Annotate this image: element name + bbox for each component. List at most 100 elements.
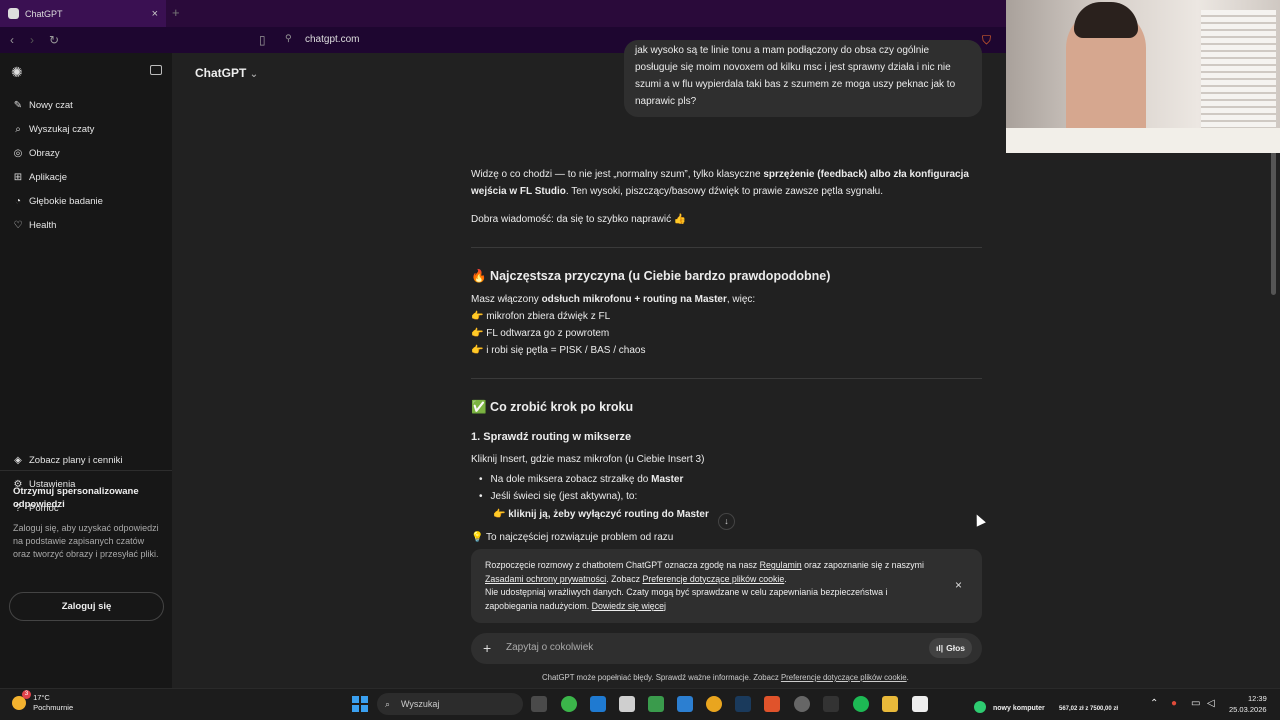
brave-browser-icon[interactable] (764, 696, 780, 712)
clock-date[interactable]: 25.03.2026 (1229, 705, 1267, 714)
steam-icon[interactable] (735, 696, 751, 712)
step-bullet-bold: Master (651, 474, 684, 485)
discord-like-icon[interactable] (706, 696, 722, 712)
vscode-icon[interactable] (590, 696, 606, 712)
prompt-input[interactable]: Zapytaj o cokolwiek (506, 642, 593, 653)
heart-icon: ♡ (13, 220, 23, 231)
search-icon: ⌕ (15, 124, 21, 135)
site-info-icon[interactable]: ⚲ (285, 33, 292, 44)
cookie-banner: Rozpoczęcie rozmowy z chatbotem ChatGPT … (471, 549, 982, 623)
photos-icon[interactable] (677, 696, 693, 712)
cookie-text: . Zobacz (606, 573, 643, 584)
weather-temp: 17°C (33, 693, 50, 702)
file-explorer-icon[interactable] (882, 696, 898, 712)
close-icon[interactable]: × (955, 578, 962, 592)
weather-widget[interactable]: 17°C Pochmurnie (12, 693, 73, 713)
mouse-cursor (972, 512, 986, 527)
obs-icon[interactable] (794, 696, 810, 712)
weather-desc: Pochmurnie (33, 703, 74, 712)
clock-time[interactable]: 12:39 (1248, 694, 1267, 703)
section-heading: 🔥 Najczęstsza przyczyna (u Ciebie bardzo… (471, 269, 831, 283)
spotify-icon[interactable] (853, 696, 869, 712)
bookmark-icon[interactable]: ▯ (259, 33, 266, 47)
step-bullet-text: Na dole miksera zobacz strzałkę do (490, 474, 652, 485)
app-g-icon[interactable] (823, 696, 839, 712)
scroll-down-button[interactable]: ↓ (718, 513, 735, 530)
browser-tab[interactable]: ChatGPT × (0, 0, 166, 27)
cookie-preferences-link[interactable]: Preferencje dotyczące plików cookie (642, 574, 784, 584)
shield-app-icon[interactable] (648, 696, 664, 712)
webcam-person-hair (1074, 2, 1138, 38)
app-green-icon[interactable] (561, 696, 577, 712)
tray-money-label: 567,02 zł z 7500,00 zł (1059, 706, 1119, 712)
section1-line-bold: odsłuch mikrofonu + routing na Master (541, 294, 727, 305)
chevron-down-icon: ⌄ (249, 69, 259, 80)
reload-icon[interactable]: ↻ (49, 33, 59, 47)
sidebar-item-label: Obrazy (29, 148, 60, 159)
section1-point: 👉 FL odtwarza go z powrotem (471, 328, 610, 339)
learn-more-link[interactable]: Dowiedz się więcej (592, 601, 666, 611)
start-button[interactable] (352, 696, 368, 712)
sidebar-item-plans[interactable]: ◈ Zobacz plany i cenniki (12, 455, 122, 466)
webcam-desk (1006, 128, 1280, 153)
disclaimer-text: ChatGPT może popełniać błędy. Sprawdź wa… (542, 673, 781, 682)
cookie-text: Nie udostępniaj wrażliwych danych. Czaty… (485, 587, 888, 597)
network-icon[interactable]: ▭ (1191, 698, 1200, 709)
webcam-overlay (1006, 0, 1280, 153)
step-bullet: • Na dole miksera zobacz strzałkę do Mast… (479, 474, 684, 485)
sidebar-item-telescope[interactable]: ◔ Głębokie badanie (12, 196, 103, 207)
tray-app-label: nowy komputer (993, 705, 1045, 712)
waveform-icon: ıl| (935, 643, 944, 653)
plus-icon[interactable]: + (483, 640, 491, 656)
sidebar-item-label: Health (29, 220, 57, 231)
chatgpt-logo-icon[interactable]: ✺ (11, 64, 23, 81)
disclaimer: ChatGPT może popełniać błędy. Sprawdź wa… (542, 673, 909, 682)
voice-label: Głos (946, 643, 965, 653)
divider (471, 378, 982, 379)
section1-point: 👉 mikrofon zbiera dźwięk z FL (471, 311, 611, 322)
step-text: Kliknij Insert, gdzie masz mikrofon (u C… (471, 454, 705, 465)
privacy-link[interactable]: Zasadami ochrony prywatności (485, 574, 606, 584)
task-view-icon[interactable] (531, 696, 547, 712)
window-blind (1201, 10, 1276, 130)
model-selector[interactable]: ChatGPT ⌄ (195, 66, 258, 80)
plans-icon: ◈ (14, 455, 22, 466)
microphone-icon[interactable]: ● (1171, 698, 1177, 709)
sidebar-item-label: Wyszukaj czaty (29, 124, 95, 135)
forward-icon[interactable]: › (30, 33, 34, 47)
notepad-icon[interactable] (912, 696, 928, 712)
close-tab-icon[interactable]: × (152, 8, 158, 20)
disclaimer-text: . (906, 673, 909, 682)
savings-app-icon[interactable] (974, 701, 986, 713)
taskbar-search[interactable]: ⌕ Wyszukaj (377, 693, 523, 715)
sidebar-toggle-icon[interactable] (150, 65, 162, 75)
terms-link[interactable]: Regulamin (760, 560, 802, 570)
divider (471, 247, 982, 248)
sidebar-item-label: Głębokie badanie (29, 196, 103, 207)
section1-line: Masz włączony odsłuch mikrofonu + routin… (471, 291, 983, 308)
brave-shield-icon[interactable]: ⛉ (982, 33, 991, 48)
login-button[interactable]: Zaloguj się (9, 592, 164, 621)
section1-line-a: Masz włączony (471, 294, 542, 305)
sidebar-item-image[interactable]: ◎ Obrazy (12, 148, 60, 159)
sidebar-item-heart[interactable]: ♡ Health (12, 220, 57, 231)
mail-icon[interactable] (619, 696, 635, 712)
cookie-text: oraz zapoznanie się z naszymi (801, 560, 924, 570)
cookie-preferences-link[interactable]: Preferencje dotyczące plików cookie (781, 673, 907, 682)
new-tab-button[interactable]: + (172, 5, 180, 20)
search-icon: ⌕ (385, 699, 391, 709)
step-bullet: • Jeśli świeci się (jest aktywna), to: (479, 491, 638, 502)
tray-chevron-icon[interactable]: ⌃ (1150, 698, 1158, 709)
tip-text: 💡 To najczęściej rozwiązuje problem od r… (471, 532, 674, 543)
sidebar-item-apps[interactable]: ⊞ Aplikacje (12, 172, 67, 183)
volume-icon[interactable]: ◁ (1207, 698, 1215, 709)
voice-button[interactable]: ıl| Głos (929, 638, 972, 658)
url-field[interactable]: chatgpt.com (305, 34, 359, 45)
model-name: ChatGPT (195, 66, 247, 80)
section1-point: 👉 i robi się pętla = PISK / BAS / chaos (471, 345, 646, 356)
back-icon[interactable]: ‹ (10, 33, 14, 47)
sidebar-item-edit[interactable]: ✎ Nowy czat (12, 100, 73, 111)
sidebar-item-search[interactable]: ⌕ Wyszukaj czaty (12, 124, 94, 135)
step-bullet-text: Jeśli świeci się (jest aktywna), to: (490, 491, 638, 502)
section-heading: ✅ Co zrobić krok po kroku (471, 400, 634, 414)
